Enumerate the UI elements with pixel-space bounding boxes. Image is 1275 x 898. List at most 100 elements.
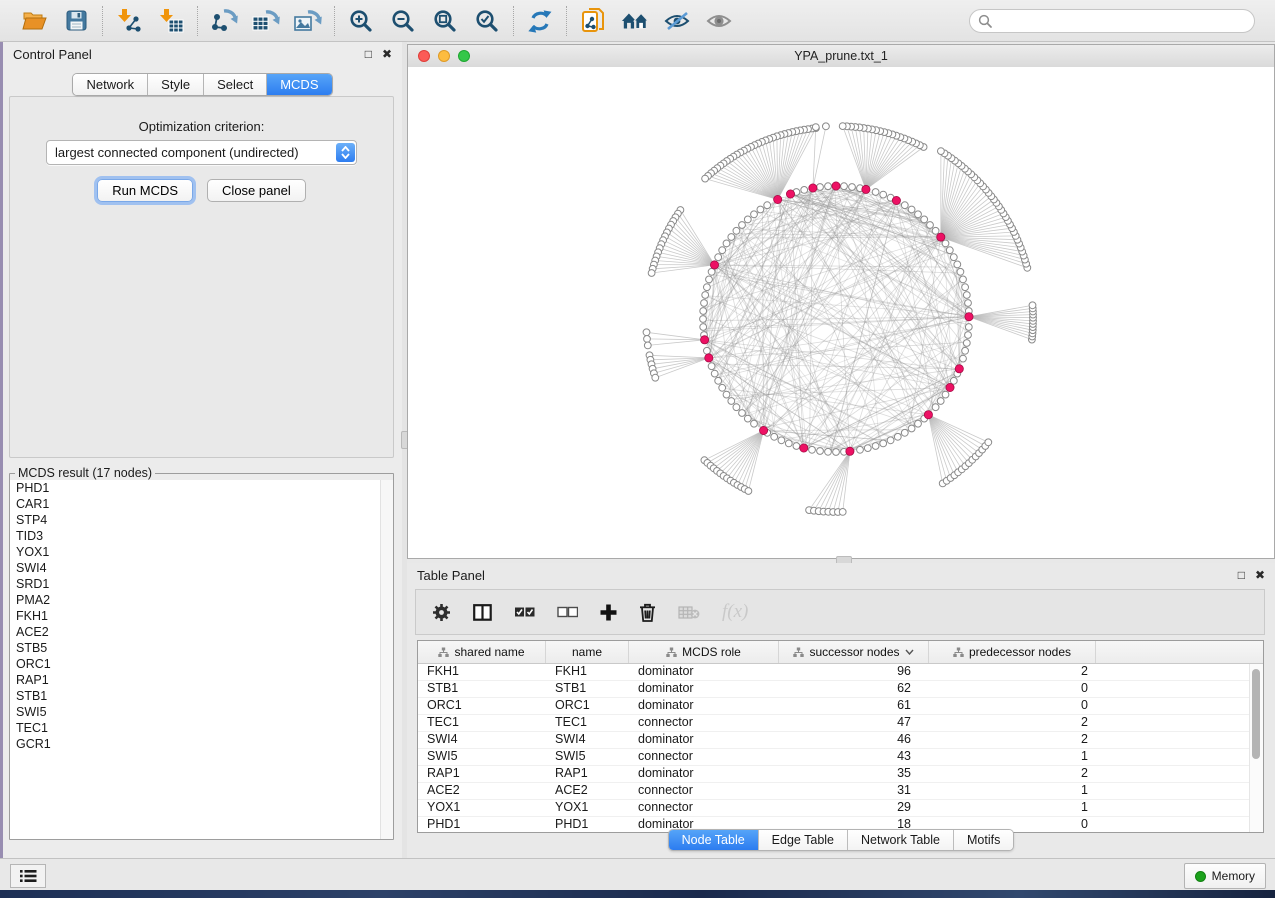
cell-shared_name: SWI5: [418, 749, 546, 765]
table-row[interactable]: TEC1TEC1connector472: [418, 715, 1263, 732]
table-row[interactable]: STB1STB1dominator620: [418, 681, 1263, 698]
show-column-icon[interactable]: [473, 604, 492, 621]
run-mcds-button[interactable]: Run MCDS: [97, 179, 193, 202]
mcds-result-item[interactable]: TID3: [10, 528, 393, 544]
column-header-predecessor-nodes[interactable]: predecessor nodes: [929, 641, 1096, 663]
tab-select[interactable]: Select: [204, 74, 267, 95]
table-row[interactable]: YOX1YOX1connector291: [418, 800, 1263, 817]
deselect-all-icon[interactable]: [557, 606, 578, 618]
cell-name: TEC1: [546, 715, 629, 731]
mcds-result-item[interactable]: SWI5: [10, 704, 393, 720]
tab-network[interactable]: Network: [73, 74, 148, 95]
open-file-icon[interactable]: [20, 7, 48, 35]
memory-button-label: Memory: [1212, 869, 1255, 883]
mcds-result-item[interactable]: STB1: [10, 688, 393, 704]
float-panel-icon[interactable]: □: [365, 47, 372, 61]
export-network-icon[interactable]: [210, 7, 238, 35]
mcds-result-item[interactable]: FKH1: [10, 608, 393, 624]
cell-mcds_role: connector: [629, 783, 779, 799]
cell-shared_name: FKH1: [418, 664, 546, 680]
maximize-window-icon[interactable]: [458, 50, 470, 62]
close-window-icon[interactable]: [418, 50, 430, 62]
optimization-criterion-label: Optimization criterion:: [10, 119, 393, 134]
cell-mcds_role: dominator: [629, 681, 779, 697]
mcds-result-item[interactable]: ORC1: [10, 656, 393, 672]
column-header-successor-nodes[interactable]: successor nodes: [779, 641, 929, 663]
mcds-result-item[interactable]: PMA2: [10, 592, 393, 608]
clone-network-icon[interactable]: [579, 7, 607, 35]
tab-edge-table[interactable]: Edge Table: [759, 830, 848, 850]
task-history-button[interactable]: [10, 864, 46, 888]
cell-successor_nodes: 46: [779, 732, 929, 748]
mcds-result-item[interactable]: ACE2: [10, 624, 393, 640]
criterion-dropdown[interactable]: largest connected component (undirected): [46, 140, 357, 165]
apply-layout-icon[interactable]: [526, 7, 554, 35]
table-scrollbar-thumb[interactable]: [1252, 669, 1260, 759]
column-settings-gear-icon[interactable]: [432, 603, 451, 622]
minimize-window-icon[interactable]: [438, 50, 450, 62]
close-panel-button[interactable]: Close panel: [207, 179, 306, 202]
mcds-result-item[interactable]: PHD1: [10, 480, 393, 496]
hide-selected-eye-icon[interactable]: [663, 7, 691, 35]
mcds-result-item[interactable]: STB5: [10, 640, 393, 656]
zoom-in-icon[interactable]: [347, 7, 375, 35]
close-panel-icon[interactable]: ✖: [382, 47, 392, 61]
memory-button[interactable]: Memory: [1184, 863, 1266, 889]
cell-successor_nodes: 29: [779, 800, 929, 816]
export-table-icon[interactable]: [252, 7, 280, 35]
result-scrollbar[interactable]: [380, 480, 393, 839]
show-all-houses-icon[interactable]: [621, 7, 649, 35]
cell-name: SWI4: [546, 732, 629, 748]
search-box[interactable]: [969, 9, 1255, 33]
select-all-icon[interactable]: [514, 606, 535, 618]
table-row[interactable]: RAP1RAP1dominator352: [418, 766, 1263, 783]
save-session-icon[interactable]: [62, 7, 90, 35]
add-column-icon[interactable]: [600, 604, 617, 621]
cell-mcds_role: dominator: [629, 766, 779, 782]
mcds-result-item[interactable]: SRD1: [10, 576, 393, 592]
mcds-result-box: MCDS result (17 nodes) PHD1CAR1STP4TID3Y…: [9, 466, 394, 840]
table-row[interactable]: FKH1FKH1dominator962: [418, 664, 1263, 681]
mcds-result-item[interactable]: TEC1: [10, 720, 393, 736]
column-header-shared-name[interactable]: shared name: [418, 641, 546, 663]
export-image-icon[interactable]: [294, 7, 322, 35]
delete-column-icon[interactable]: [639, 603, 656, 622]
table-scrollbar[interactable]: [1249, 664, 1263, 832]
mcds-result-item[interactable]: CAR1: [10, 496, 393, 512]
tab-style[interactable]: Style: [148, 74, 204, 95]
tab-network-table[interactable]: Network Table: [848, 830, 954, 850]
table-panel-title: Table Panel: [417, 568, 485, 583]
table-row[interactable]: SWI5SWI5connector431: [418, 749, 1263, 766]
mcds-result-item[interactable]: SWI4: [10, 560, 393, 576]
import-table-icon[interactable]: [157, 7, 185, 35]
mcds-result-item[interactable]: GCR1: [10, 736, 393, 752]
close-panel-icon[interactable]: ✖: [1255, 568, 1265, 582]
cell-predecessor_nodes: 2: [929, 715, 1096, 731]
network-window-titlebar[interactable]: YPA_prune.txt_1: [408, 45, 1274, 68]
network-graph[interactable]: [408, 67, 1274, 558]
tab-node-table[interactable]: Node Table: [669, 830, 759, 850]
import-network-icon[interactable]: [115, 7, 143, 35]
network-canvas[interactable]: [408, 67, 1274, 558]
zoom-selected-icon[interactable]: [473, 7, 501, 35]
zoom-out-icon[interactable]: [389, 7, 417, 35]
float-panel-icon[interactable]: □: [1238, 568, 1245, 582]
table-row[interactable]: ORC1ORC1dominator610: [418, 698, 1263, 715]
table-row[interactable]: SWI4SWI4dominator462: [418, 732, 1263, 749]
table-row[interactable]: ACE2ACE2connector311: [418, 783, 1263, 800]
tab-mcds[interactable]: MCDS: [267, 74, 331, 95]
cell-mcds_role: connector: [629, 749, 779, 765]
column-header-MCDS-role[interactable]: MCDS role: [629, 641, 779, 663]
show-hidden-eye-icon[interactable]: [705, 7, 733, 35]
cell-name: SWI5: [546, 749, 629, 765]
search-input[interactable]: [992, 13, 1246, 29]
column-header-name[interactable]: name: [546, 641, 629, 663]
mcds-result-item[interactable]: STP4: [10, 512, 393, 528]
list-icon: [19, 869, 37, 883]
mcds-result-item[interactable]: RAP1: [10, 672, 393, 688]
tab-motifs[interactable]: Motifs: [954, 830, 1013, 850]
zoom-fit-icon[interactable]: [431, 7, 459, 35]
mcds-result-item[interactable]: YOX1: [10, 544, 393, 560]
mcds-result-list[interactable]: PHD1CAR1STP4TID3YOX1SWI4SRD1PMA2FKH1ACE2…: [10, 480, 393, 839]
control-panel-tabs: NetworkStyleSelectMCDS: [3, 73, 402, 96]
